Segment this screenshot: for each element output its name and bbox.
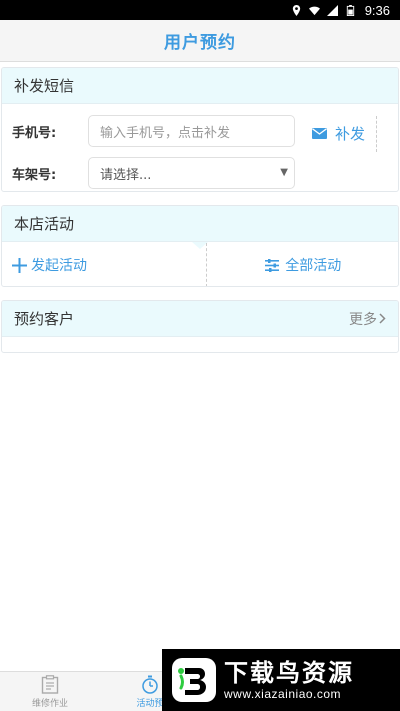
more-link[interactable]: 更多 (349, 309, 386, 329)
tab-repair-work-label: 维修作业 (31, 698, 68, 709)
bird-logo-icon (172, 658, 216, 702)
app-bar: 用户预约 (0, 20, 400, 62)
more-label: 更多 (349, 311, 377, 328)
tab-activity-label: 活动预 (136, 698, 164, 709)
chevron-right-icon (379, 313, 386, 324)
sliders-icon (265, 258, 280, 272)
sms-resend-card: 补发短信 手机号: 输入手机号，点击补发 车架号: 请选择... ▼ 补发 (1, 67, 399, 192)
phone-label: 手机号: (12, 125, 57, 141)
clients-card-header: 预约客户 更多 (2, 301, 398, 337)
clipboard-icon (41, 674, 59, 694)
phone-input[interactable]: 输入手机号，点击补发 (88, 115, 295, 147)
sms-card-title: 补发短信 (2, 68, 398, 104)
activity-card-title: 本店活动 (2, 206, 398, 242)
clients-card-title: 预约客户 (14, 310, 75, 328)
page-title: 用户预约 (164, 33, 236, 53)
signal-icon (326, 4, 338, 16)
location-icon (292, 4, 300, 16)
watermark-url: www.xiazainiao.com (224, 687, 342, 701)
envelope-icon (312, 127, 327, 139)
store-activity-card: 本店活动 发起活动 全部活动 (1, 205, 399, 287)
battery-icon (346, 4, 354, 16)
all-activities-label: 全部活动 (285, 258, 342, 274)
resend-label: 补发 (335, 124, 366, 143)
frame-row: 车架号: 请选择... ▼ (2, 156, 398, 190)
watermark-banner: 下载鸟资源 www.xiazainiao.com (162, 649, 400, 711)
plus-icon (12, 257, 27, 273)
tab-repair-work[interactable]: 维修作业 (0, 672, 100, 711)
activity-actions: 发起活动 全部活动 (2, 243, 399, 286)
chevron-down-icon: ▼ (280, 167, 288, 178)
create-activity-button[interactable]: 发起活动 (2, 243, 206, 286)
frame-select[interactable]: 请选择... ▼ (88, 157, 295, 189)
divider (376, 116, 377, 152)
create-activity-label: 发起活动 (31, 258, 87, 274)
watermark-title: 下载鸟资源 (224, 659, 354, 687)
reserved-clients-card: 预约客户 更多 (1, 300, 399, 353)
resend-button[interactable]: 补发 (312, 116, 365, 150)
stopwatch-icon (142, 675, 158, 694)
status-bar: 9:36 (0, 0, 400, 20)
all-activities-button[interactable]: 全部活动 (205, 243, 399, 286)
wifi-icon (308, 6, 320, 15)
frame-select-value: 请选择... (100, 167, 152, 183)
watermark-text: 下载鸟资源 www.xiazainiao.com (224, 659, 354, 701)
frame-label: 车架号: (12, 167, 57, 183)
status-time: 9:36 (364, 2, 390, 18)
